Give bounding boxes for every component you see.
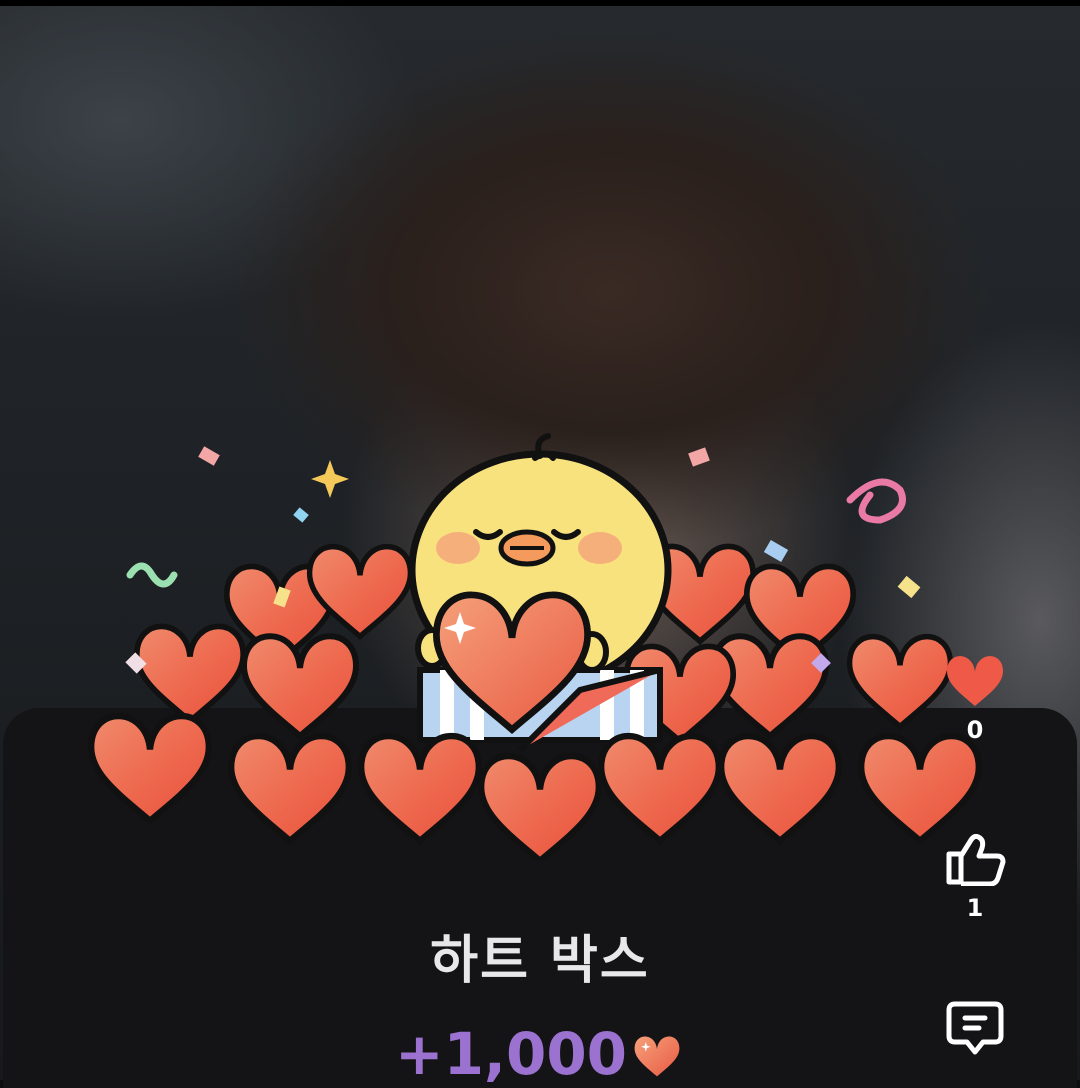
- reward-title: 하트 박스: [430, 931, 650, 991]
- heart-action[interactable]: 0: [935, 648, 1015, 744]
- heart-count: 0: [966, 716, 984, 744]
- like-action[interactable]: 1: [935, 833, 1015, 922]
- heart-icon: [947, 656, 1003, 706]
- comment-action[interactable]: [935, 1000, 1015, 1064]
- top-border: [0, 0, 1080, 6]
- reward-amount-row: +1,000: [0, 1020, 1080, 1088]
- like-count: 1: [966, 894, 984, 922]
- comment-icon: [946, 1001, 1004, 1055]
- heart-icon: [634, 1036, 680, 1077]
- heart-box-illustration: [80, 433, 1000, 860]
- thumbs-up-icon: [946, 833, 1006, 887]
- reward-amount: +1,000: [394, 1020, 628, 1088]
